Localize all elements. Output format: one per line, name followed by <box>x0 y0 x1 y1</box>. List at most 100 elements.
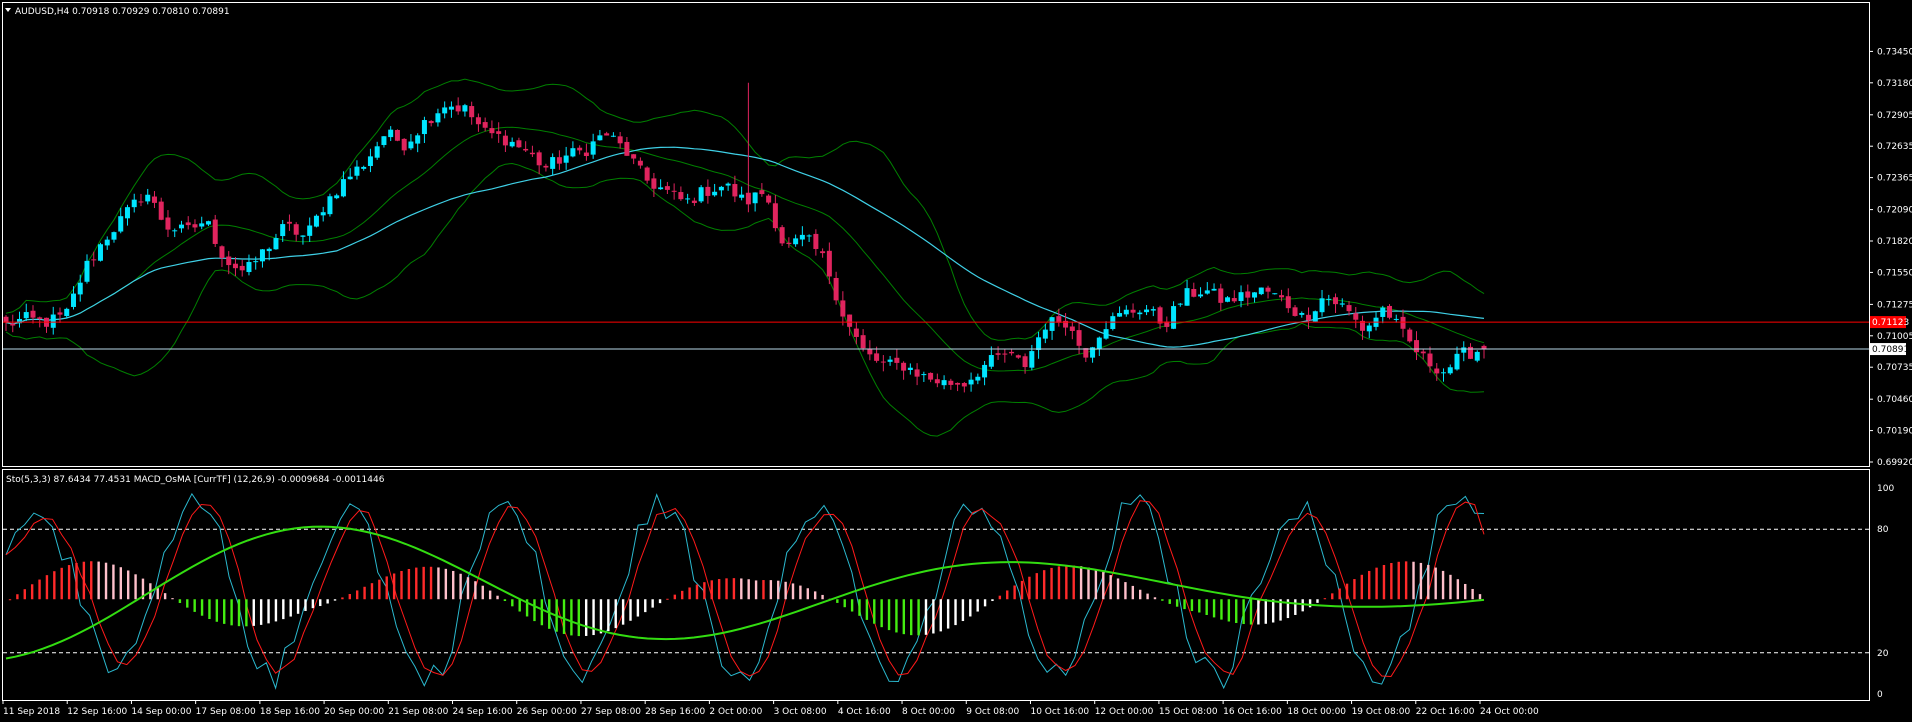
candle-body[interactable] <box>1211 288 1217 291</box>
candle-body[interactable] <box>658 187 664 190</box>
candle-body[interactable] <box>280 224 286 237</box>
candle-body[interactable] <box>151 196 157 203</box>
candle-body[interactable] <box>266 248 272 252</box>
candle-body[interactable] <box>37 317 43 319</box>
candle-body[interactable] <box>1407 329 1413 342</box>
candle-body[interactable] <box>867 349 873 355</box>
candle-body[interactable] <box>826 250 832 277</box>
candle-body[interactable] <box>219 246 225 258</box>
candle-body[interactable] <box>914 369 920 377</box>
candle-body[interactable] <box>941 380 947 386</box>
candle-body[interactable] <box>394 129 400 141</box>
candle-body[interactable] <box>624 141 630 156</box>
candle-body[interactable] <box>469 106 475 118</box>
candle-body[interactable] <box>1049 317 1055 331</box>
candle-body[interactable] <box>698 187 704 202</box>
candle-body[interactable] <box>145 194 151 202</box>
candle-body[interactable] <box>104 239 110 246</box>
candle-body[interactable] <box>374 146 380 158</box>
candle-body[interactable] <box>442 107 448 114</box>
candle-body[interactable] <box>1069 326 1075 331</box>
candle-body[interactable] <box>847 314 853 327</box>
candle-body[interactable] <box>239 265 245 271</box>
candle-body[interactable] <box>273 238 279 250</box>
candle-body[interactable] <box>516 140 522 148</box>
candle-body[interactable] <box>860 335 866 349</box>
candle-body[interactable] <box>570 148 576 157</box>
candle-body[interactable] <box>644 167 650 181</box>
candle-body[interactable] <box>705 186 711 196</box>
candle-body[interactable] <box>543 165 549 168</box>
candle-body[interactable] <box>1454 353 1460 370</box>
candle-body[interactable] <box>475 117 481 125</box>
candle-body[interactable] <box>192 224 198 228</box>
candle-body[interactable] <box>1184 288 1190 306</box>
candle-body[interactable] <box>111 232 117 240</box>
candle-body[interactable] <box>1326 298 1332 300</box>
candle-body[interactable] <box>556 157 562 164</box>
candle-body[interactable] <box>536 152 542 166</box>
candle-body[interactable] <box>975 376 981 381</box>
candle-body[interactable] <box>57 312 63 315</box>
candle-body[interactable] <box>577 147 583 151</box>
candle-body[interactable] <box>988 355 994 367</box>
candle-body[interactable] <box>1130 309 1136 313</box>
candle-body[interactable] <box>1204 290 1210 294</box>
candle-body[interactable] <box>1333 297 1339 305</box>
candle-body[interactable] <box>482 122 488 128</box>
candle-body[interactable] <box>806 235 812 237</box>
candle-body[interactable] <box>1144 309 1150 313</box>
candle-body[interactable] <box>928 372 934 380</box>
candle-body[interactable] <box>894 357 900 363</box>
candle-body[interactable] <box>1191 288 1197 297</box>
candle-body[interactable] <box>637 160 643 166</box>
candle-body[interactable] <box>1434 368 1440 374</box>
candle-body[interactable] <box>1306 314 1312 321</box>
candle-body[interactable] <box>921 374 927 376</box>
candle-body[interactable] <box>97 244 103 261</box>
candle-body[interactable] <box>550 157 556 169</box>
candle-body[interactable] <box>259 249 265 262</box>
candle-body[interactable] <box>70 293 76 307</box>
candle-body[interactable] <box>226 256 232 266</box>
candle-body[interactable] <box>313 215 319 227</box>
candle-body[interactable] <box>887 359 893 362</box>
candle-body[interactable] <box>948 380 954 385</box>
candle-body[interactable] <box>502 135 508 146</box>
candle-body[interactable] <box>523 148 529 151</box>
candle-body[interactable] <box>1339 303 1345 305</box>
candle-body[interactable] <box>462 105 468 112</box>
candle-body[interactable] <box>50 314 56 328</box>
candle-body[interactable] <box>199 223 205 227</box>
candle-body[interactable] <box>1036 337 1042 350</box>
candle-body[interactable] <box>874 353 880 361</box>
candle-body[interactable] <box>1393 318 1399 320</box>
candle-body[interactable] <box>253 261 259 263</box>
candle-body[interactable] <box>361 166 367 169</box>
candle-body[interactable] <box>813 233 819 249</box>
candle-body[interactable] <box>1238 292 1244 301</box>
candle-body[interactable] <box>1420 351 1426 354</box>
candle-body[interactable] <box>496 131 502 134</box>
candle-body[interactable] <box>1265 287 1271 292</box>
candle-body[interactable] <box>732 184 738 197</box>
candle-body[interactable] <box>509 141 515 147</box>
candle-body[interactable] <box>901 362 907 371</box>
candle-body[interactable] <box>347 176 353 180</box>
candle-body[interactable] <box>1319 298 1325 313</box>
candle-body[interactable] <box>1150 309 1156 311</box>
candle-body[interactable] <box>1441 372 1447 374</box>
candle-body[interactable] <box>712 191 718 196</box>
candle-body[interactable] <box>205 221 211 225</box>
candle-body[interactable] <box>16 318 22 324</box>
candle-body[interactable] <box>982 364 988 378</box>
candle-body[interactable] <box>178 224 184 229</box>
candle-body[interactable] <box>1245 291 1251 298</box>
candle-body[interactable] <box>1123 309 1129 315</box>
candle-body[interactable] <box>1022 356 1028 368</box>
candle-body[interactable] <box>1414 340 1420 353</box>
candle-body[interactable] <box>327 196 333 215</box>
candle-body[interactable] <box>212 219 218 244</box>
candle-body[interactable] <box>1272 293 1278 295</box>
candle-body[interactable] <box>388 129 394 138</box>
